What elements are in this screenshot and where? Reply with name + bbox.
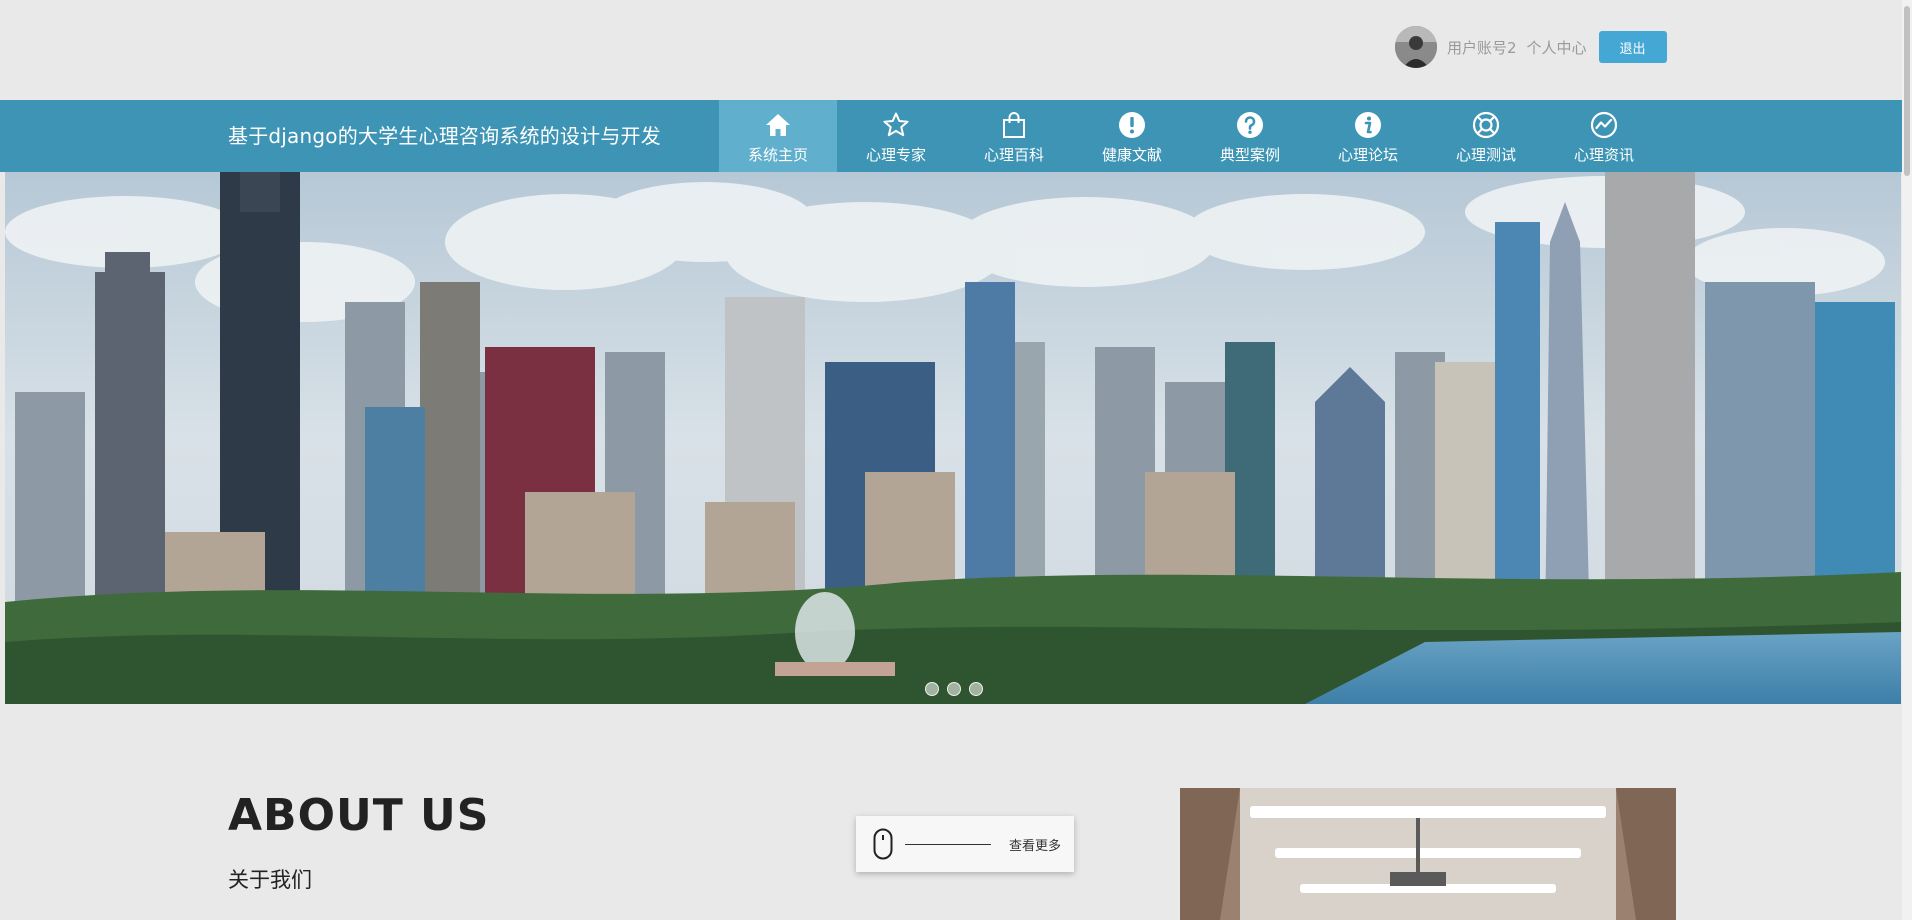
- nav-label: 心理资讯: [1573, 146, 1634, 164]
- city-skyline-image: [5, 172, 1901, 704]
- nav-item-literature[interactable]: 健康文献: [1073, 100, 1191, 172]
- page-scrollbar[interactable]: [1902, 0, 1912, 920]
- logout-button[interactable]: 退出: [1598, 31, 1667, 63]
- nav-item-encyclopedia[interactable]: 心理百科: [955, 100, 1073, 172]
- carousel-dot[interactable]: [947, 682, 961, 696]
- exclamation-icon: [1117, 110, 1147, 140]
- nav-item-experts[interactable]: 心理专家: [837, 100, 955, 172]
- carousel-dot[interactable]: [925, 682, 939, 696]
- home-icon: [763, 110, 793, 140]
- info-icon: [1353, 110, 1383, 140]
- avatar[interactable]: [1395, 26, 1437, 68]
- personal-center-link[interactable]: 个人中心: [1527, 37, 1587, 58]
- shopping-bag-icon: [999, 110, 1029, 140]
- nav-label: 心理论坛: [1337, 146, 1398, 164]
- nav-item-test[interactable]: 心理测试: [1427, 100, 1545, 172]
- nav-item-forum[interactable]: 心理论坛: [1309, 100, 1427, 172]
- nav-item-news[interactable]: 心理资讯: [1545, 100, 1663, 172]
- view-more-button[interactable]: 查看更多: [856, 816, 1074, 872]
- nav-label: 心理专家: [865, 146, 926, 164]
- hero-banner[interactable]: [5, 172, 1901, 704]
- nav-label: 心理百科: [983, 146, 1044, 164]
- about-title: ABOUT US: [228, 790, 490, 841]
- nav-menu: 系统主页 心理专家 心理百科 健康文献 典型案例 心理论坛 心理测试 心理资讯: [719, 100, 1663, 172]
- lifebuoy-icon: [1471, 110, 1501, 140]
- divider-line: [905, 843, 991, 845]
- nav-item-cases[interactable]: 典型案例: [1191, 100, 1309, 172]
- nav-item-home[interactable]: 系统主页: [719, 100, 837, 172]
- carousel-indicators: [925, 682, 983, 696]
- scrollbar-thumb[interactable]: [1904, 6, 1910, 176]
- carousel-dot[interactable]: [969, 682, 983, 696]
- about-subtitle: 关于我们: [228, 868, 312, 892]
- main-navbar: 基于django的大学生心理咨询系统的设计与开发 系统主页 心理专家 心理百科 …: [0, 100, 1902, 172]
- about-image: [1180, 788, 1676, 920]
- question-icon: [1235, 110, 1265, 140]
- mouse-icon: [873, 828, 893, 860]
- site-title[interactable]: 基于django的大学生心理咨询系统的设计与开发: [228, 100, 661, 172]
- view-more-label: 查看更多: [1009, 838, 1062, 854]
- chart-circle-icon: [1589, 110, 1619, 140]
- user-bar: 用户账号2 个人中心 退出: [1395, 22, 1667, 72]
- nav-label: 健康文献: [1101, 146, 1162, 164]
- star-icon: [881, 110, 911, 140]
- nav-label: 系统主页: [747, 146, 808, 164]
- user-account-link[interactable]: 用户账号2: [1447, 37, 1517, 58]
- nav-label: 典型案例: [1219, 146, 1280, 164]
- nav-label: 心理测试: [1455, 146, 1516, 164]
